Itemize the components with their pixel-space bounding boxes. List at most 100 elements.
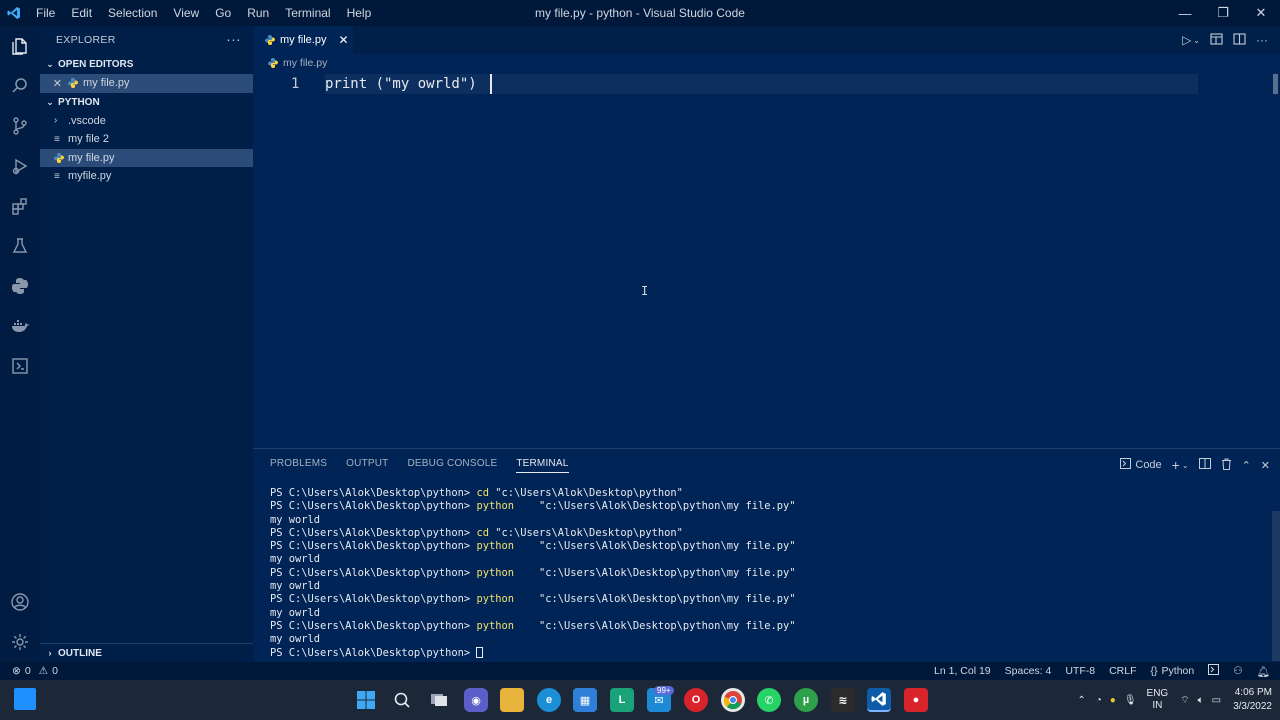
terminal-status-icon[interactable] xyxy=(1208,664,1220,678)
tree-item-vscode[interactable]: › .vscode xyxy=(40,112,253,131)
tray-app-icon[interactable]: ● xyxy=(1110,695,1116,706)
vscode-taskbar-icon[interactable] xyxy=(867,688,891,712)
chevron-down-icon[interactable]: ⌄ xyxy=(1193,36,1200,45)
trash-icon[interactable] xyxy=(1221,458,1232,473)
minimize-button[interactable]: — xyxy=(1166,0,1204,26)
taskbar-search-icon[interactable] xyxy=(390,688,414,712)
app-l-icon[interactable]: L xyxy=(610,688,634,712)
show-hidden-icons-icon[interactable]: ⌃ xyxy=(1077,695,1085,706)
battery-icon[interactable]: ▭ xyxy=(1212,695,1221,706)
microphone-icon[interactable]: 🎙︎ xyxy=(1124,695,1137,706)
source-control-icon[interactable] xyxy=(0,106,40,146)
open-editors-section[interactable]: ⌄ OPEN EDITORS xyxy=(40,55,253,74)
close-icon[interactable]: ✕ xyxy=(40,77,62,90)
start-widget-icon[interactable] xyxy=(14,688,36,710)
teams-chat-icon[interactable]: ◉ xyxy=(464,688,488,712)
new-terminal-icon[interactable]: + xyxy=(1172,457,1180,473)
tree-item-myfile-py[interactable]: ≡ myfile.py xyxy=(40,167,253,186)
menu-terminal[interactable]: Terminal xyxy=(277,0,338,26)
microsoft-store-icon[interactable]: ▦ xyxy=(573,688,597,712)
open-editor-item[interactable]: ✕ my file.py xyxy=(40,74,253,93)
close-tab-icon[interactable]: ✕ xyxy=(338,33,348,47)
python-icon[interactable] xyxy=(0,266,40,306)
accounts-icon[interactable] xyxy=(0,582,40,622)
stocks-app-icon[interactable]: ≋ xyxy=(831,688,855,712)
file-lines-icon: ≡ xyxy=(54,170,60,182)
tab-terminal[interactable]: TERMINAL xyxy=(516,458,569,473)
run-debug-icon[interactable] xyxy=(0,146,40,186)
docker-icon[interactable] xyxy=(0,306,40,346)
minimap-slider[interactable] xyxy=(1273,74,1278,94)
split-terminal-icon[interactable] xyxy=(1198,458,1211,472)
menu-edit[interactable]: Edit xyxy=(63,0,100,26)
breadcrumb: my file.py xyxy=(268,56,327,70)
menu-bar: File Edit Selection View Go Run Terminal… xyxy=(28,0,379,26)
file-explorer-icon[interactable] xyxy=(500,688,524,712)
notifications-bell-icon[interactable]: 🔔︎ xyxy=(1257,665,1270,678)
menu-go[interactable]: Go xyxy=(207,0,239,26)
chevron-right-icon: › xyxy=(54,115,58,127)
tree-item-my-file-py[interactable]: my file.py xyxy=(40,148,253,167)
explorer-icon[interactable] xyxy=(0,26,40,66)
chevron-down-icon[interactable]: ⌄ xyxy=(1182,461,1189,470)
terminal-output[interactable]: PS C:\Users\Alok\Desktop\python> cd "c:\… xyxy=(270,487,796,660)
feedback-icon[interactable]: ⚇ xyxy=(1233,665,1242,677)
settings-gear-icon[interactable] xyxy=(0,622,40,662)
code-editor[interactable]: 1 print ("my owrld") I xyxy=(253,70,1280,448)
utorrent-icon[interactable]: µ xyxy=(794,688,818,712)
tree-item-my-file-2[interactable]: ≡ my file 2 xyxy=(40,130,253,149)
more-actions-icon[interactable]: ··· xyxy=(226,31,241,47)
line-ending[interactable]: CRLF xyxy=(1109,665,1136,677)
encoding[interactable]: UTF-8 xyxy=(1065,665,1095,677)
tab-debug-console[interactable]: DEBUG CONSOLE xyxy=(407,458,497,473)
terminal-scrollbar[interactable] xyxy=(1272,511,1280,661)
extensions-icon[interactable] xyxy=(0,186,40,226)
run-file-icon[interactable]: ▷ xyxy=(1182,33,1191,47)
task-view-icon[interactable] xyxy=(427,688,451,712)
cursor-position[interactable]: Ln 1, Col 19 xyxy=(934,665,991,677)
python-folder-section[interactable]: ⌄ PYTHON xyxy=(40,93,253,112)
split-editor-icon[interactable] xyxy=(1233,32,1246,48)
problems-status[interactable]: ⊗ 0 ⚠ 0 xyxy=(12,665,58,677)
terminal-line: PS C:\Users\Alok\Desktop\python> python … xyxy=(270,540,796,553)
whatsapp-icon[interactable]: ✆ xyxy=(757,688,781,712)
more-actions-icon[interactable]: ··· xyxy=(1256,33,1268,47)
terminal-prompt: PS C:\Users\Alok\Desktop\python> xyxy=(270,540,477,553)
code-line[interactable]: print ("my owrld") xyxy=(325,76,477,92)
language-indicator[interactable]: ENG IN xyxy=(1147,688,1169,712)
terminal-shell-label[interactable]: Code xyxy=(1135,459,1161,471)
edge-browser-icon[interactable]: e xyxy=(537,688,561,712)
maximize-panel-icon[interactable]: ⌃ xyxy=(1242,459,1251,472)
breadcrumb-file[interactable]: my file.py xyxy=(283,57,327,69)
mouse-ibeam-icon: I xyxy=(641,284,649,298)
indentation[interactable]: Spaces: 4 xyxy=(1005,665,1052,677)
restore-button[interactable]: ❐ xyxy=(1204,0,1242,26)
menu-file[interactable]: File xyxy=(28,0,63,26)
tab-output[interactable]: OUTPUT xyxy=(346,458,388,473)
volume-icon[interactable]: 🔈︎ xyxy=(1198,695,1204,706)
remote-explorer-icon[interactable] xyxy=(0,346,40,386)
onedrive-sync-icon[interactable]: ◔ xyxy=(1096,695,1102,706)
outline-header[interactable]: › OUTLINE xyxy=(40,644,253,662)
language-mode[interactable]: Python xyxy=(1162,665,1195,677)
recorder-app-icon[interactable]: ● xyxy=(904,688,928,712)
outline-section[interactable]: › OUTLINE xyxy=(40,643,253,662)
tab-my-file-py[interactable]: my file.py ✕ xyxy=(253,26,353,54)
clock[interactable]: 4:06 PM 3/3/2022 xyxy=(1233,686,1272,714)
testing-icon[interactable] xyxy=(0,226,40,266)
close-panel-icon[interactable]: ✕ xyxy=(1261,459,1270,472)
menu-help[interactable]: Help xyxy=(339,0,380,26)
menu-selection[interactable]: Selection xyxy=(100,0,165,26)
terminal-line: PS C:\Users\Alok\Desktop\python> python … xyxy=(270,500,796,513)
chrome-browser-icon[interactable] xyxy=(721,688,745,712)
wifi-icon[interactable]: ⌔ xyxy=(1180,694,1189,707)
windows-start-icon[interactable] xyxy=(354,688,378,712)
menu-view[interactable]: View xyxy=(165,0,207,26)
opera-browser-icon[interactable]: O xyxy=(684,688,708,712)
tab-problems[interactable]: PROBLEMS xyxy=(270,458,327,473)
menu-run[interactable]: Run xyxy=(239,0,277,26)
terminal-argument: "c:\Users\Alok\Desktop\python\my file.py… xyxy=(514,566,796,579)
search-icon[interactable] xyxy=(0,66,40,106)
open-preview-icon[interactable] xyxy=(1210,32,1223,48)
close-window-button[interactable]: ✕ xyxy=(1242,0,1280,26)
